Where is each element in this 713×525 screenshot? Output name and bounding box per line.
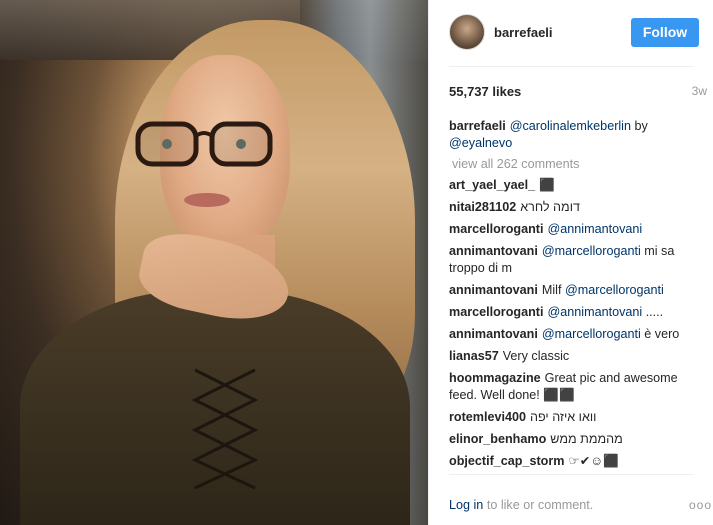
- follow-button[interactable]: Follow: [631, 17, 699, 47]
- comment-item: hoommagazine Great pic and awesome feed. …: [449, 370, 694, 404]
- header-divider: [449, 66, 694, 67]
- comment-item: elinor_benhamo מהממת ממש: [449, 431, 694, 448]
- more-options-icon[interactable]: ooo: [689, 498, 712, 512]
- comment-text: Milf: [541, 283, 562, 297]
- comment-mention[interactable]: @marcelloroganti: [542, 244, 641, 258]
- comment-username[interactable]: annimantovani: [449, 244, 538, 258]
- shirt-laces: [191, 368, 259, 490]
- comment-text: Very classic: [502, 349, 570, 363]
- likes-count[interactable]: 55,737 likes: [449, 84, 521, 99]
- comment-text: מהממת ממש: [550, 432, 623, 446]
- comment-username[interactable]: rotemlevi400: [449, 410, 526, 424]
- caption-mention-2[interactable]: @eyalnevo: [449, 136, 512, 150]
- comment-username[interactable]: marcelloroganti: [449, 222, 543, 236]
- glasses: [135, 121, 273, 167]
- comment-text: .....: [645, 305, 664, 319]
- post-header: barrefaeli Follow: [449, 12, 699, 52]
- lips: [184, 193, 230, 207]
- comment-username[interactable]: annimantovani: [449, 283, 538, 297]
- login-row: Log in to like or comment. ooo: [449, 498, 712, 512]
- likes-row: 55,737 likes 3w: [449, 84, 707, 99]
- comment-username[interactable]: lianas57: [449, 349, 499, 363]
- instagram-post: barrefaeli Follow 55,737 likes 3w barref…: [0, 0, 713, 525]
- comment-item: lianas57 Very classic: [449, 348, 694, 365]
- username-link[interactable]: barrefaeli: [494, 25, 631, 40]
- comment-username[interactable]: nitai281102: [449, 200, 516, 214]
- caption-mention-1[interactable]: @carolinalemkeberlin: [510, 119, 631, 133]
- comment-username[interactable]: annimantovani: [449, 327, 538, 341]
- comment-item: objectif_cap_storm ☞✔☺⬛: [449, 453, 694, 470]
- comment-mention[interactable]: @annimantovani: [547, 305, 642, 319]
- comment-text: è vero: [644, 327, 680, 341]
- post-sidebar: barrefaeli Follow 55,737 likes 3w barref…: [428, 0, 713, 525]
- comment-username[interactable]: hoommagazine: [449, 371, 541, 385]
- comment-item: marcelloroganti @annimantovani: [449, 221, 694, 238]
- comment-username[interactable]: art_yael_yael_: [449, 178, 535, 192]
- comment-text: דומה לחרא: [520, 200, 580, 214]
- comment-mention[interactable]: @marcelloroganti: [565, 283, 664, 297]
- post-time[interactable]: 3w: [692, 84, 707, 99]
- comment-text: ⬛: [539, 178, 555, 192]
- caption-by: by: [634, 119, 648, 133]
- comment-item: marcelloroganti @annimantovani .....: [449, 304, 694, 321]
- comments-list[interactable]: barrefaeli @carolinalemkeberlin by @eyaln…: [449, 118, 694, 474]
- comment-text: ☞✔☺⬛: [568, 454, 619, 468]
- comment-item: annimantovani Milf @marcelloroganti: [449, 282, 694, 299]
- comment-items: art_yael_yael_ ⬛ nitai281102 דומה לחרא mar…: [449, 177, 694, 470]
- caption-user[interactable]: barrefaeli: [449, 119, 506, 133]
- view-all-comments-link[interactable]: view all 262 comments: [452, 157, 694, 171]
- avatar[interactable]: [449, 14, 485, 50]
- comment-username[interactable]: marcelloroganti: [449, 305, 543, 319]
- footer-divider: [449, 474, 694, 475]
- comment-username[interactable]: elinor_benhamo: [449, 432, 546, 446]
- comment-item: annimantovani @marcelloroganti è vero: [449, 326, 694, 343]
- login-prompt: Log in to like or comment.: [449, 498, 593, 512]
- comment-mention[interactable]: @annimantovani: [547, 222, 642, 236]
- comment-item: nitai281102 דומה לחרא: [449, 199, 694, 216]
- comment-item: art_yael_yael_ ⬛: [449, 177, 694, 194]
- post-photo[interactable]: [0, 0, 428, 525]
- comment-username[interactable]: objectif_cap_storm: [449, 454, 564, 468]
- comment-text: וואו איזה יפה: [530, 410, 597, 424]
- caption: barrefaeli @carolinalemkeberlin by @eyaln…: [449, 118, 694, 152]
- comment-mention[interactable]: @marcelloroganti: [542, 327, 641, 341]
- login-link[interactable]: Log in: [449, 498, 483, 512]
- login-prompt-text: to like or comment.: [486, 498, 594, 512]
- comment-item: rotemlevi400 וואו איזה יפה: [449, 409, 694, 426]
- comment-item: annimantovani @marcelloroganti mi sa trop…: [449, 243, 694, 277]
